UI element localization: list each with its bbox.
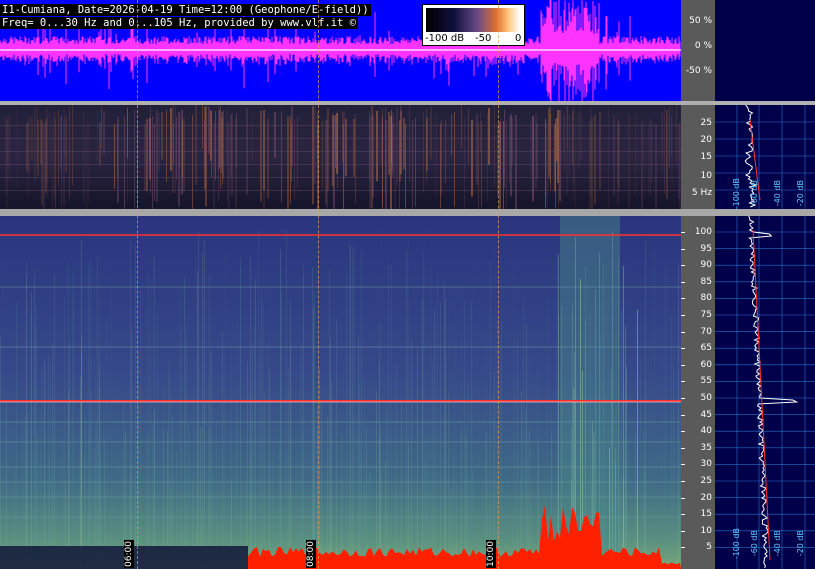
lowfreq-spectrogram <box>0 105 681 209</box>
main-frequency-scale: 100 95 90 85 80 75 70 65 60 55 50 45 40 35 30 25 20 15 10 5 <box>681 216 715 569</box>
vlf-monitor-view: { "header": { "line1": "I1-Cumiana, Date… <box>0 0 815 569</box>
header-frequency: Freq= 0...30 Hz and 0...105 Hz, provided… <box>0 17 359 29</box>
main-frequency-tick: 5 <box>706 542 712 553</box>
tick-mark <box>681 281 685 283</box>
main-frequency-tick: 85 <box>700 276 712 287</box>
waveform-scale: 50 % 0 % -50 % <box>681 0 715 101</box>
waveform-tick: 50 % <box>689 16 712 26</box>
waveform-tick: 0 % <box>694 41 712 51</box>
time-marker: 08:00 <box>306 540 316 568</box>
lowfreq-scale: 25 20 15 10 5 Hz <box>681 105 715 209</box>
tick-mark <box>681 398 685 399</box>
tick-mark <box>681 514 685 516</box>
tick-mark <box>681 497 685 499</box>
colorbar-legend: -100 dB -50 0 <box>422 4 525 46</box>
tick-mark <box>681 447 685 449</box>
waveform-panel: I1-Cumiana, Date=2026-04-19 Time=12:00 (… <box>0 0 681 101</box>
main-frequency-tick: 55 <box>700 376 712 387</box>
main-frequency-tick: 30 <box>700 459 712 470</box>
tick-mark <box>681 481 685 482</box>
side-lf-label: -40 dB <box>773 180 782 207</box>
main-frequency-tick: 65 <box>700 343 712 354</box>
spectrum-profile <box>715 101 815 569</box>
tick-mark <box>681 348 685 350</box>
lowfreq-tick: 5 Hz <box>691 188 712 198</box>
colorbar-max-label: 0 <box>515 33 522 44</box>
tick-mark <box>681 248 685 250</box>
time-gridline <box>137 0 138 569</box>
side-main-label: -100 dB <box>732 528 741 560</box>
panel-divider <box>0 209 715 216</box>
lowfreq-tick: 10 <box>700 171 712 181</box>
main-frequency-tick: 40 <box>700 426 712 437</box>
time-marker: 06:00 <box>124 540 134 568</box>
main-frequency-tick: 100 <box>694 227 712 237</box>
tick-mark <box>681 331 685 333</box>
main-frequency-tick: 10 <box>700 525 712 536</box>
main-frequency-tick: 45 <box>700 409 712 420</box>
side-lf-label: -100 dB <box>732 178 741 210</box>
tick-mark <box>681 547 685 549</box>
main-frequency-tick: 90 <box>700 260 712 271</box>
main-frequency-tick: 70 <box>700 326 712 337</box>
main-spectrogram <box>0 216 681 569</box>
time-gridline <box>318 0 319 569</box>
main-frequency-tick: 80 <box>700 293 712 304</box>
time-marker: 10:00 <box>486 540 496 568</box>
lowfreq-tick: 15 <box>700 152 712 162</box>
colorbar-mid-label: -50 <box>475 33 492 44</box>
main-frequency-tick: 95 <box>700 243 712 254</box>
tick-mark <box>681 464 685 466</box>
main-frequency-tick: 60 <box>700 359 712 370</box>
tick-mark <box>681 530 685 532</box>
header-title: I1-Cumiana, Date=2026-04-19 Time=12:00 (… <box>0 4 371 16</box>
waveform-tick: -50 % <box>685 66 712 76</box>
tick-mark <box>681 364 685 366</box>
lowfreq-tick: 25 <box>700 118 712 128</box>
side-main-label: -40 dB <box>773 530 782 557</box>
main-spectrogram-image <box>0 216 681 569</box>
main-frequency-tick: 20 <box>700 492 712 503</box>
time-gridline <box>498 0 499 569</box>
main-frequency-tick: 35 <box>700 442 712 453</box>
lowfreq-tick: 20 <box>700 135 712 145</box>
main-frequency-tick: 15 <box>700 509 712 520</box>
noise-floor-line <box>752 229 771 561</box>
tick-mark <box>681 414 685 416</box>
spectrum-side-panel: -100 dB -60 dB -40 dB -20 dB -100 dB -60… <box>715 0 815 569</box>
side-lf-label: -60 dB <box>750 180 759 207</box>
tick-mark <box>681 298 685 300</box>
colorbar-min-label: -100 dB <box>425 33 465 44</box>
lowfreq-spectrogram-image <box>0 105 681 209</box>
side-lf-label: -20 dB <box>796 180 805 207</box>
tick-mark <box>681 381 685 383</box>
tick-mark <box>681 265 685 267</box>
colorbar-gradient <box>426 8 520 32</box>
main-frequency-tick: 50 <box>700 393 712 403</box>
tick-mark <box>681 431 685 433</box>
main-frequency-tick: 75 <box>700 310 712 320</box>
main-frequency-tick: 25 <box>700 476 712 486</box>
side-main-label: -60 dB <box>750 530 759 557</box>
side-main-label: -20 dB <box>796 530 805 557</box>
main-spectrum-trace <box>748 215 799 569</box>
tick-mark <box>681 315 685 316</box>
tick-mark <box>681 232 685 233</box>
